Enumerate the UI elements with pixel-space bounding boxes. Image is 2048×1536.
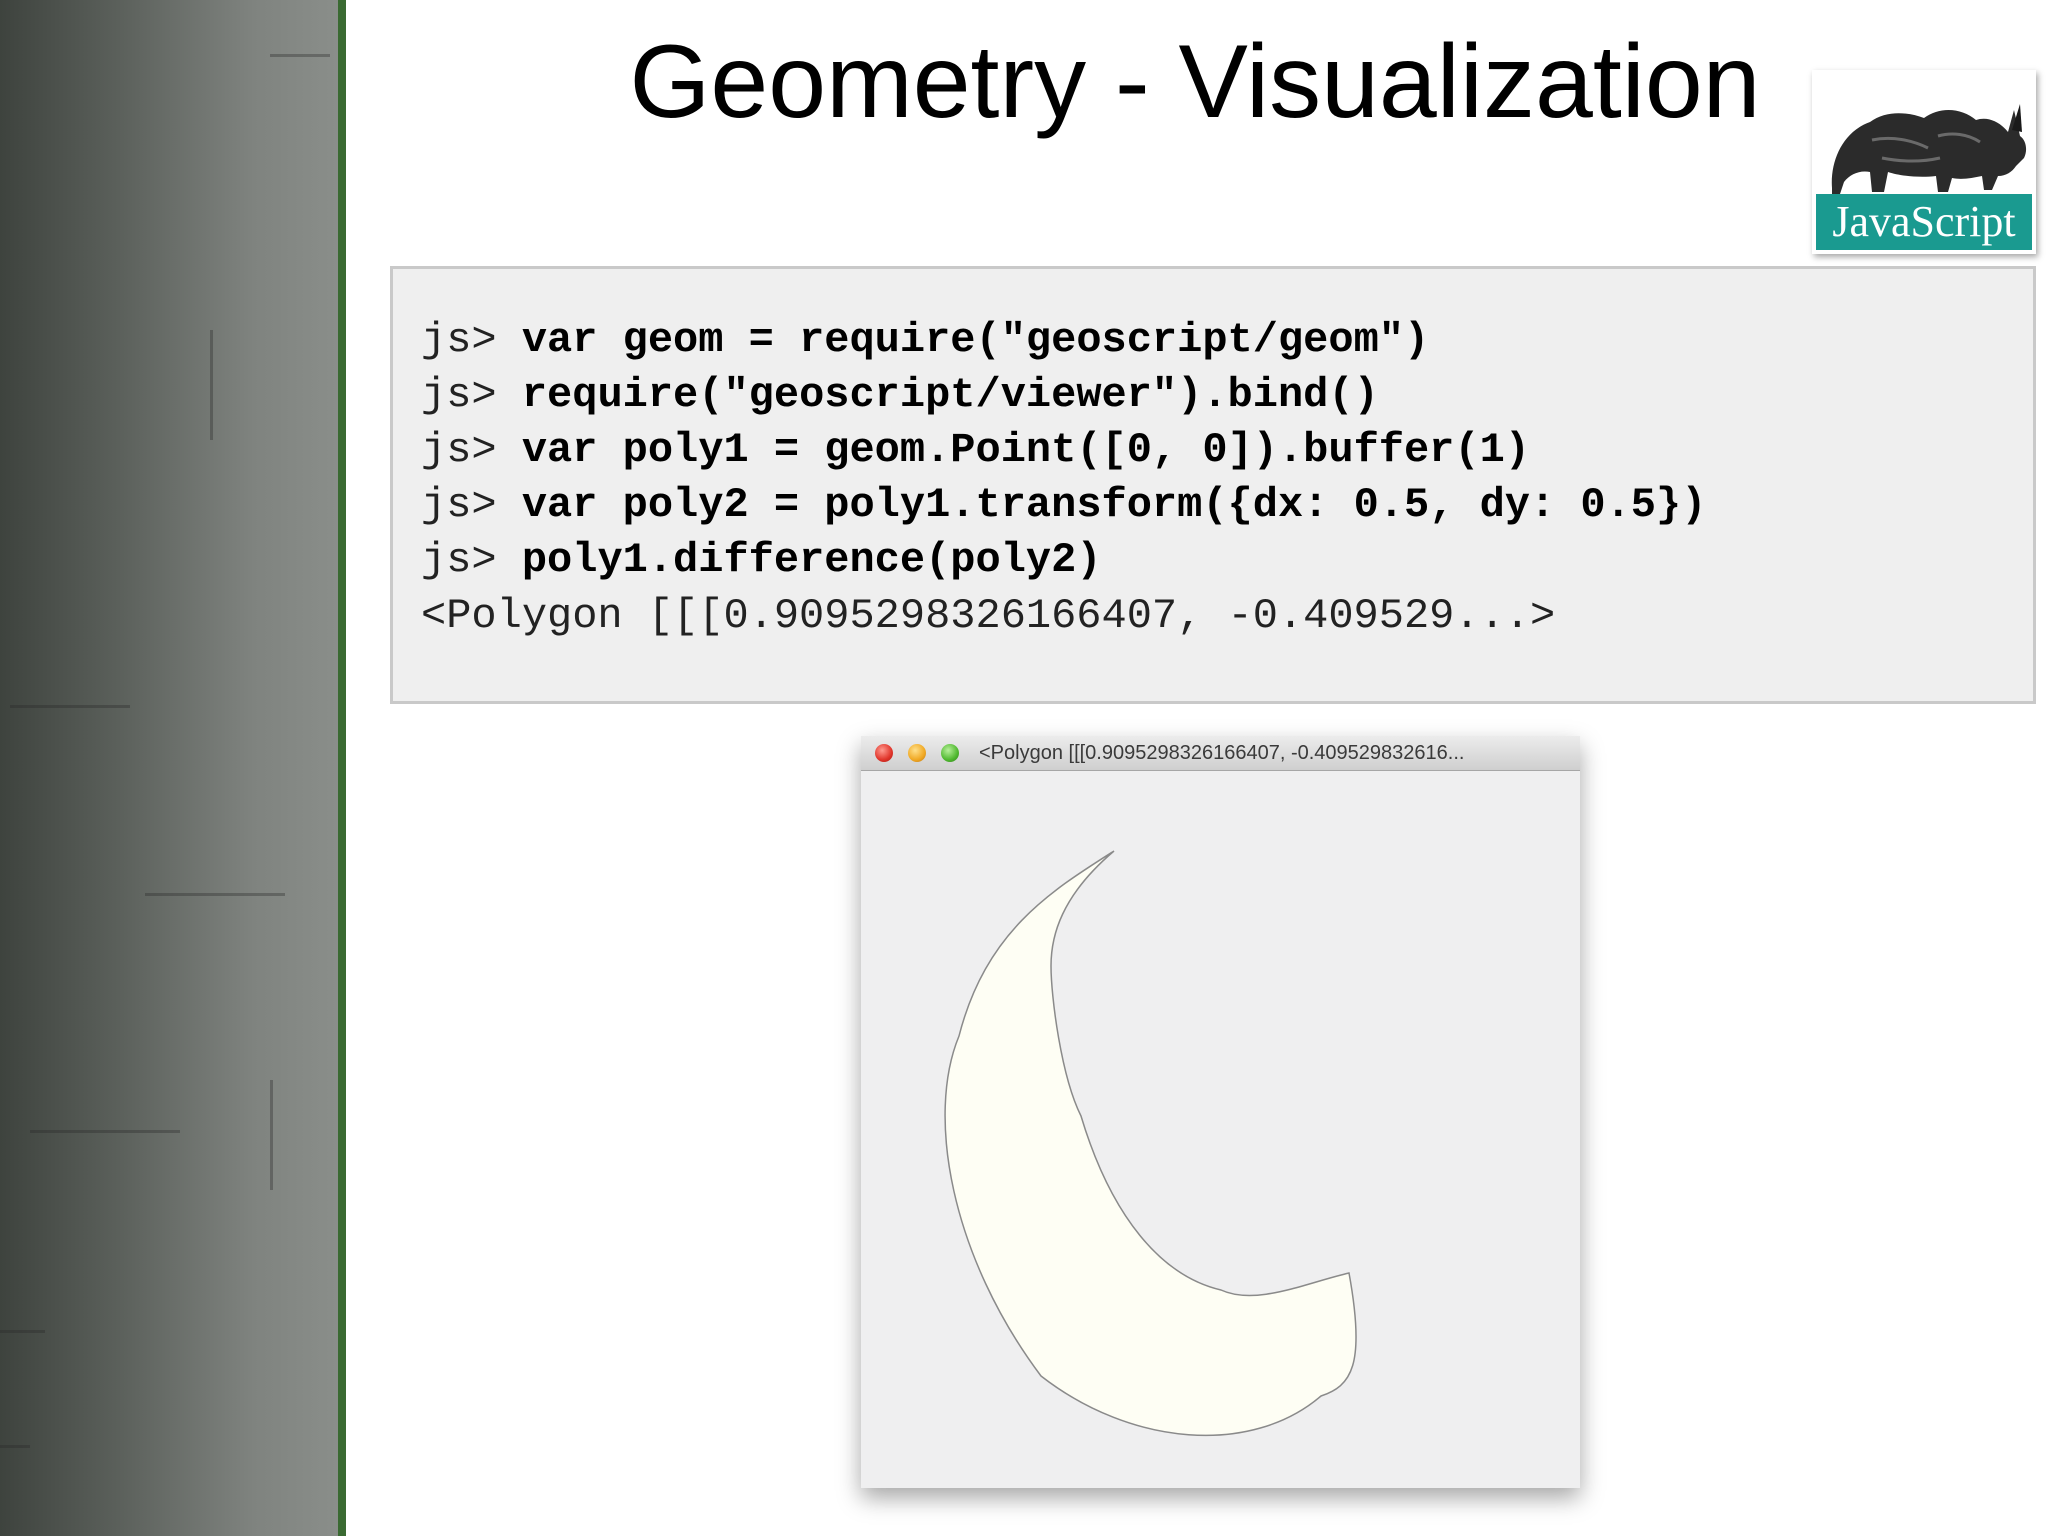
sidebar-accent-stripe bbox=[338, 0, 346, 1536]
window-titlebar[interactable]: <Polygon [[[0.9095298326166407, -0.40952… bbox=[861, 736, 1580, 771]
slide-title: Geometry - Visualization bbox=[629, 24, 1761, 140]
sidebar-smudge bbox=[0, 1445, 30, 1448]
sidebar-smudge bbox=[10, 705, 130, 708]
geometry-viewer-window: <Polygon [[[0.9095298326166407, -0.40952… bbox=[861, 736, 1580, 1488]
code-line: js> poly1.difference(poly2) bbox=[421, 533, 1102, 588]
code-line: js> var poly2 = poly1.transform({dx: 0.5… bbox=[421, 478, 1706, 533]
crescent-polygon bbox=[944, 850, 1357, 1437]
close-window-button[interactable] bbox=[875, 744, 893, 762]
sidebar-smudge bbox=[210, 330, 213, 440]
code-prompt: js> bbox=[421, 371, 522, 419]
code-result: <Polygon [[[0.9095298326166407, -0.40952… bbox=[421, 592, 1556, 640]
code-line: js> var poly1 = geom.Point([0, 0]).buffe… bbox=[421, 423, 1530, 478]
code-prompt: js> bbox=[421, 426, 522, 474]
slide-sidebar bbox=[0, 0, 338, 1536]
code-line: js> require("geoscript/viewer").bind() bbox=[421, 368, 1379, 423]
viewer-canvas bbox=[944, 850, 1357, 1437]
sidebar-smudge bbox=[145, 893, 285, 896]
code-command: var poly2 = poly1.transform({dx: 0.5, dy… bbox=[521, 481, 1707, 529]
sidebar-smudge bbox=[30, 1130, 180, 1133]
code-command: poly1.difference(poly2) bbox=[521, 536, 1102, 584]
code-prompt: js> bbox=[421, 536, 522, 584]
code-command: var poly1 = geom.Point([0, 0]).buffer(1) bbox=[521, 426, 1530, 474]
rhino-icon: JavaScript bbox=[1812, 70, 2036, 254]
javascript-logo: JavaScript bbox=[1812, 70, 2036, 254]
sidebar-smudge bbox=[270, 1080, 273, 1190]
sidebar-smudge bbox=[0, 1330, 45, 1333]
minimize-window-button[interactable] bbox=[908, 744, 926, 762]
code-prompt: js> bbox=[421, 481, 522, 529]
sidebar-smudge bbox=[270, 54, 330, 57]
logo-text: JavaScript bbox=[1832, 197, 2015, 246]
zoom-window-button[interactable] bbox=[941, 744, 959, 762]
window-title: <Polygon [[[0.9095298326166407, -0.40952… bbox=[979, 742, 1465, 764]
code-prompt: js> bbox=[421, 316, 522, 364]
code-line: js> var geom = require("geoscript/geom") bbox=[421, 313, 1429, 368]
code-block: js> var geom = require("geoscript/geom")… bbox=[390, 266, 2036, 704]
code-command: require("geoscript/viewer").bind() bbox=[521, 371, 1379, 419]
code-command: var geom = require("geoscript/geom") bbox=[521, 316, 1430, 364]
